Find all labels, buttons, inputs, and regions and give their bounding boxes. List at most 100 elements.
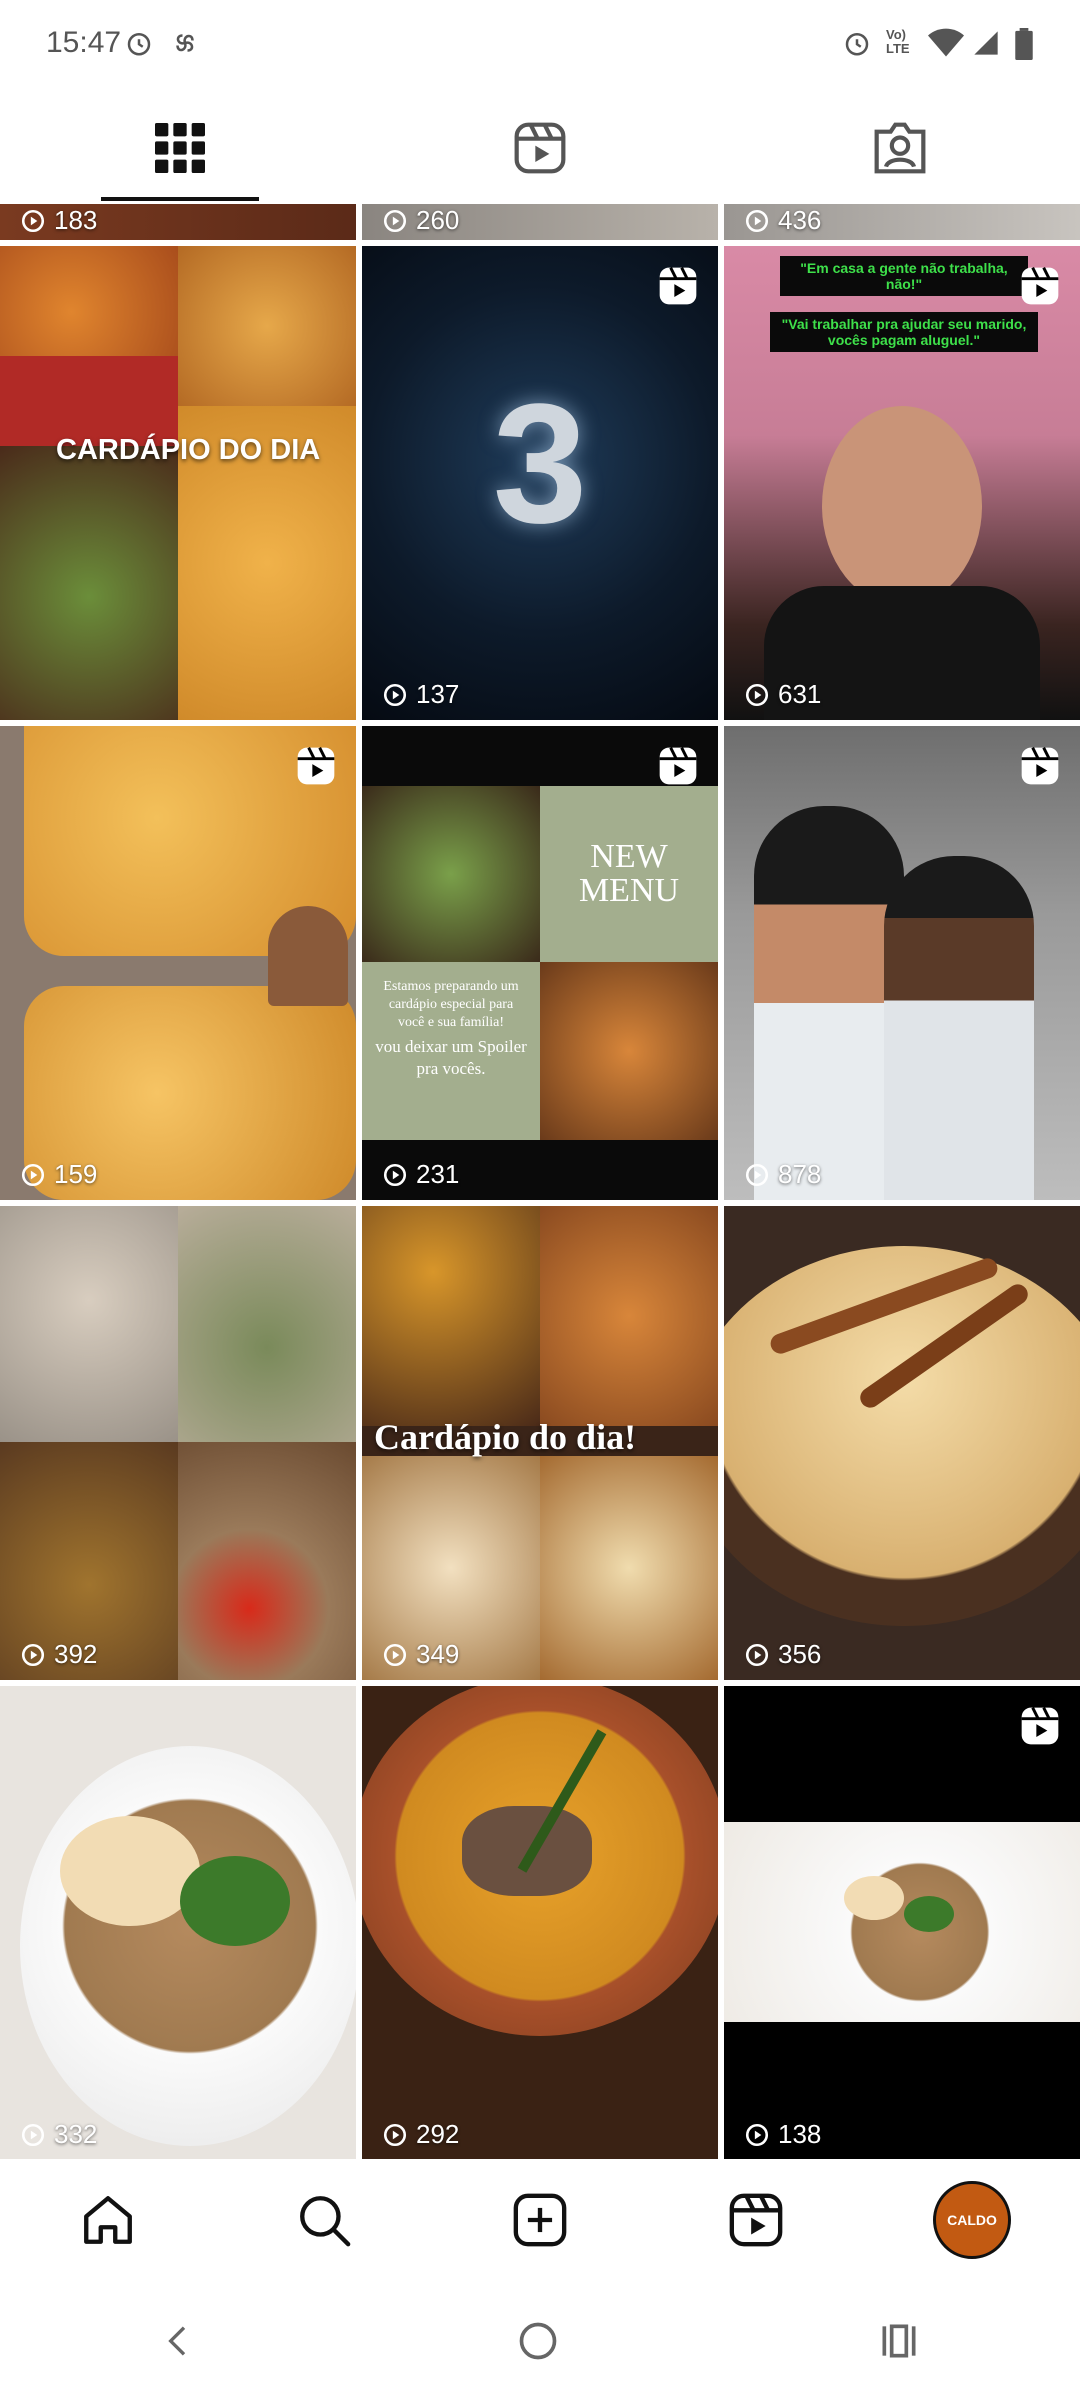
- play-icon: [383, 1163, 407, 1186]
- tab-reels[interactable]: [360, 92, 720, 204]
- reel-badge-icon: [659, 267, 697, 305]
- post-tile[interactable]: NEW MENU Estamos preparando um cardápio …: [362, 726, 718, 1200]
- view-count-value: 356: [778, 1639, 822, 1669]
- signal-icon: [974, 31, 998, 55]
- view-count: 159: [20, 1159, 97, 1190]
- view-count-value: 231: [416, 1159, 460, 1189]
- food-photo-rice: [0, 246, 178, 356]
- play-icon: [745, 683, 769, 706]
- reels-icon: [729, 2193, 783, 2247]
- back-icon[interactable]: [159, 2321, 199, 2361]
- food-photo-soup-bowl: [20, 1746, 356, 2146]
- caption-box-top: "Em casa a gente não trabalha, não!": [780, 256, 1028, 296]
- volte-label: Vo): [886, 27, 906, 42]
- food-photo-stew: [362, 1206, 540, 1426]
- nav-create[interactable]: [486, 2166, 594, 2274]
- create-icon: [513, 2193, 567, 2247]
- reel-cracklings: [844, 1876, 904, 1920]
- battery-icon: [1015, 28, 1033, 60]
- search-icon: [300, 2196, 351, 2247]
- bottom-nav: CALDO: [0, 2159, 1080, 2281]
- view-count: 292: [382, 2119, 459, 2150]
- reels-icon: [514, 122, 566, 174]
- tagged-icon: [874, 122, 926, 174]
- post-tile[interactable]: 392: [0, 1206, 356, 1680]
- post-overlay-text: Cardápio do dia!: [374, 1417, 637, 1457]
- person-woman: [754, 806, 904, 1200]
- grid-icon: [155, 123, 205, 173]
- menu-title-line-1: NEW: [590, 838, 668, 875]
- wifi-icon: [928, 28, 964, 57]
- post-tile[interactable]: 260: [362, 204, 718, 240]
- profile-tabs: [0, 92, 1080, 204]
- tab-grid[interactable]: [0, 92, 360, 204]
- countdown-number: 3: [492, 369, 588, 559]
- post-tile[interactable]: 159: [0, 726, 356, 1200]
- view-count-value: 332: [54, 2119, 98, 2149]
- tab-tagged[interactable]: [720, 92, 1080, 204]
- menu-text-box: Estamos preparando um cardápio especial …: [362, 962, 540, 1140]
- view-count: 878: [744, 1159, 821, 1190]
- view-count: 631: [744, 679, 821, 710]
- post-tile[interactable]: 3 137: [362, 246, 718, 720]
- person-man: [884, 856, 1034, 1200]
- food-photo-greens: [178, 1206, 356, 1442]
- menu-title-box: NEW MENU: [540, 786, 718, 962]
- status-time: 15:47: [46, 26, 122, 59]
- play-icon: [21, 1163, 45, 1186]
- play-icon: [21, 2123, 45, 2146]
- active-tab-indicator: [101, 197, 259, 201]
- view-count-value: 878: [778, 1159, 822, 1189]
- play-icon: [21, 209, 45, 232]
- view-count: 260: [382, 205, 459, 236]
- view-count-value: 260: [416, 205, 460, 235]
- food-photo-pot: [362, 786, 540, 962]
- volte-indicator: Vo) LTE: [886, 28, 910, 56]
- menu-title-line-2: MENU: [578, 872, 680, 909]
- post-tile[interactable]: "Em casa a gente não trabalha, não!" "Va…: [724, 246, 1080, 720]
- nav-home[interactable]: [54, 2166, 162, 2274]
- nav-reels[interactable]: [702, 2166, 810, 2274]
- post-tile[interactable]: 292: [362, 1686, 718, 2159]
- view-count-value: 138: [778, 2119, 822, 2149]
- person-face: [822, 406, 982, 606]
- reel-badge-icon: [659, 747, 697, 785]
- nav-search[interactable]: [270, 2166, 378, 2274]
- post-tile[interactable]: 138: [724, 1686, 1080, 2159]
- post-tile[interactable]: 878: [724, 726, 1080, 1200]
- post-tile[interactable]: Cardápio do dia! 349: [362, 1206, 718, 1680]
- caption-box-bottom: "Vai trabalhar pra ajudar seu marido, vo…: [770, 312, 1038, 352]
- reel-badge-icon: [1021, 747, 1059, 785]
- post-tile[interactable]: CARDÁPIO DO DIA: [0, 246, 356, 720]
- post-tile[interactable]: 332: [0, 1686, 356, 2159]
- view-count: 392: [20, 1639, 97, 1670]
- play-icon: [745, 1643, 769, 1666]
- green-onions: [180, 1856, 290, 1946]
- recents-icon[interactable]: [877, 2319, 921, 2363]
- home-circle-icon[interactable]: [516, 2319, 560, 2363]
- home-icon: [84, 2196, 132, 2244]
- view-count: 183: [20, 205, 97, 236]
- view-count: 356: [744, 1639, 821, 1670]
- play-icon: [745, 1163, 769, 1186]
- food-photo-soup-reel: [724, 1822, 1080, 2022]
- play-icon: [745, 2123, 769, 2146]
- cracklings: [60, 1816, 200, 1926]
- fan-icon: [176, 34, 194, 52]
- reel-badge-icon: [297, 747, 335, 785]
- status-bar: 15:47 Vo) LTE: [0, 0, 1080, 92]
- food-photo-cup: [0, 1206, 178, 1442]
- play-icon: [383, 209, 407, 232]
- view-count: 138: [744, 2119, 821, 2150]
- nav-profile[interactable]: CALDO: [918, 2166, 1026, 2274]
- post-tile[interactable]: 436: [724, 204, 1080, 240]
- post-tile[interactable]: 183: [0, 204, 356, 240]
- food-photo-bowl: [0, 446, 178, 720]
- post-tile[interactable]: 356: [724, 1206, 1080, 1680]
- food-photo-pudding: [540, 1456, 718, 1680]
- reel-badge-icon: [1021, 1707, 1059, 1745]
- food-photo-rice-pepper: [178, 1442, 356, 1680]
- play-icon: [745, 209, 769, 232]
- alarm-icon: [127, 33, 151, 56]
- view-count-value: 631: [778, 679, 822, 709]
